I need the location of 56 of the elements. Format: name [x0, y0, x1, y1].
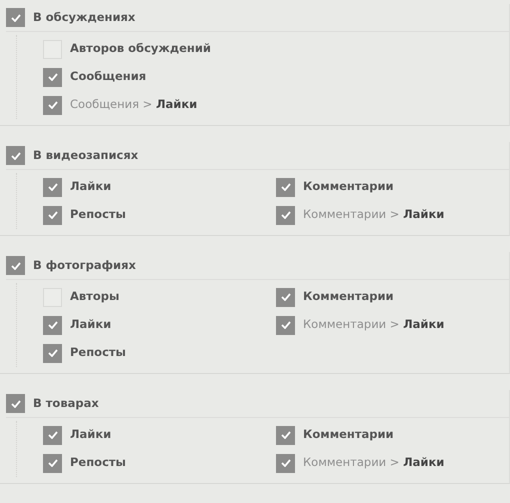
section-title: В обсуждениях: [33, 8, 136, 26]
checkbox[interactable]: [6, 146, 25, 165]
checkbox[interactable]: [43, 344, 62, 362]
option-label: Лайки: [70, 426, 112, 444]
option-label: Сообщения > Лайки: [70, 96, 198, 114]
option-label: Авторы: [70, 288, 120, 306]
checkmark-icon: [48, 73, 58, 81]
checkbox[interactable]: [43, 426, 62, 444]
checkbox[interactable]: [6, 394, 25, 413]
section-title: В фотографиях: [33, 256, 136, 274]
option-label: Лайки: [70, 178, 112, 196]
option-label: Комментарии > Лайки: [303, 206, 444, 224]
option-label: Комментарии: [303, 426, 394, 444]
checkmark-icon: [10, 152, 20, 160]
checkbox[interactable]: [276, 206, 295, 224]
option-label: Репосты: [70, 454, 126, 472]
checkbox[interactable]: [43, 68, 62, 86]
checkbox[interactable]: [276, 316, 295, 334]
checkbox[interactable]: [276, 426, 295, 444]
checkmark-icon: [280, 431, 290, 439]
checkbox[interactable]: [43, 206, 62, 224]
option-label: Сообщения: [70, 68, 146, 86]
checkmark-icon: [48, 183, 58, 191]
checkmark-icon: [48, 349, 58, 357]
checkmark-icon: [280, 211, 290, 219]
checkmark-icon: [10, 14, 20, 22]
checkbox[interactable]: [276, 288, 295, 306]
checkmark-icon: [48, 459, 58, 467]
option-label: Лайки: [70, 316, 112, 334]
checkmark-icon: [48, 321, 58, 329]
checkbox[interactable]: [6, 256, 25, 275]
checkmark-icon: [280, 293, 290, 301]
checkmark-icon: [280, 321, 290, 329]
option-label: Репосты: [70, 206, 126, 224]
option-label: Авторов обсуждений: [70, 40, 211, 58]
checkmark-icon: [10, 400, 20, 408]
option-label: Комментарии > Лайки: [303, 454, 444, 472]
checkmark-icon: [10, 262, 20, 270]
checkbox[interactable]: [276, 178, 295, 196]
checkmark-icon: [48, 211, 58, 219]
checkmark-icon: [280, 459, 290, 467]
checkmark-icon: [280, 183, 290, 191]
option-label: Комментарии: [303, 288, 394, 306]
checkbox[interactable]: [6, 8, 25, 27]
checkbox[interactable]: [43, 454, 62, 472]
checkbox[interactable]: [43, 96, 62, 114]
option-label: Комментарии > Лайки: [303, 316, 444, 334]
section-title: В видеозаписях: [33, 146, 138, 164]
option-label: Репосты: [70, 344, 126, 362]
checkbox[interactable]: [43, 316, 62, 334]
checkmark-icon: [48, 101, 58, 109]
checkbox[interactable]: [43, 178, 62, 196]
checkbox[interactable]: [276, 454, 295, 472]
option-label: Комментарии: [303, 178, 394, 196]
section-title: В товарах: [33, 394, 99, 412]
checkmark-icon: [48, 431, 58, 439]
